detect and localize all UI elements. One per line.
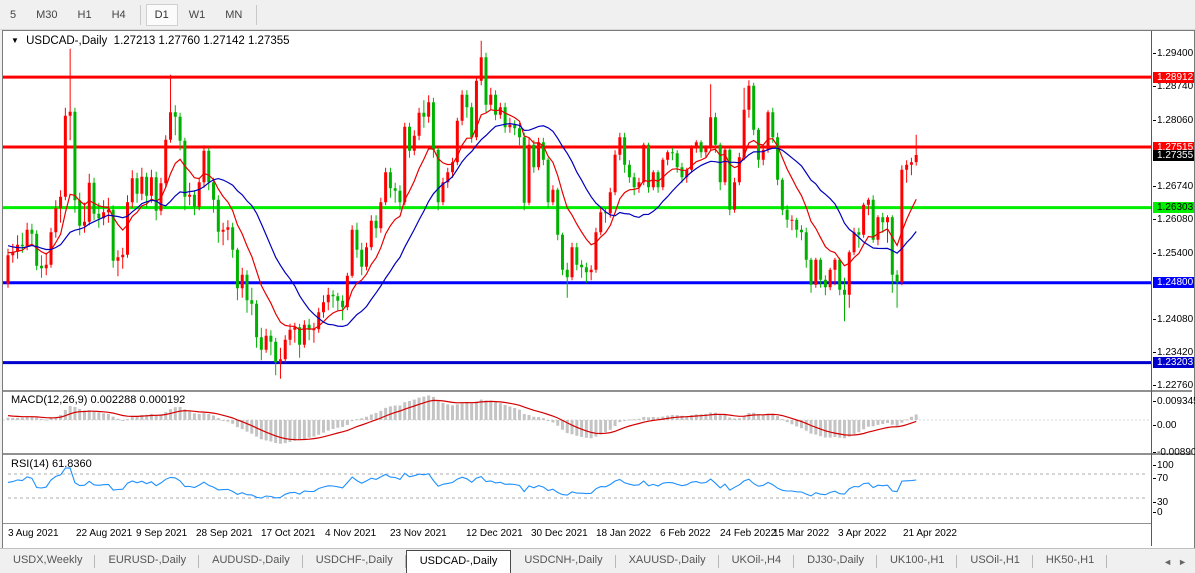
chart-tab-usdchf-daily[interactable]: USDCHF-,Daily [303,549,406,573]
macd-axis-tick: -0.008902 [1157,447,1195,458]
chart-tab-xauusd-daily[interactable]: XAUUSD-,Daily [616,549,719,573]
date-axis-label: 12 Dec 2021 [466,528,523,539]
date-axis-label: 22 Aug 2021 [76,528,132,539]
chart-tab-dj30-daily[interactable]: DJ30-,Daily [794,549,877,573]
macd-label: MACD(12,26,9) 0.002288 0.000192 [11,394,185,406]
tab-scroll-left-icon[interactable]: ◄ [1163,557,1172,567]
price-axis-tick: 1.29400 [1157,48,1193,59]
timeframe-button-w1[interactable]: W1 [180,4,215,26]
toolbar-separator [140,5,141,25]
date-axis-label: 17 Oct 2021 [261,528,315,539]
rsi-axis-tick: 70 [1157,473,1168,484]
rsi-axis-tick: 0 [1157,507,1163,518]
rsi-axis-tick: 100 [1157,460,1174,471]
price-axis-tick: 1.23420 [1157,347,1193,358]
date-axis-label: 6 Feb 2022 [660,528,711,539]
chart-tab-eurusd-daily[interactable]: EURUSD-,Daily [95,549,199,573]
price-axis-tick: 1.26080 [1157,214,1193,225]
timeframe-button-5[interactable]: 5 [1,4,25,26]
axis-divider [1151,31,1152,546]
date-axis-label: 24 Feb 2022 [720,528,776,539]
date-axis-label: 15 Mar 2022 [773,528,829,539]
date-axis-label: 28 Sep 2021 [196,528,253,539]
chart-title: ▼ USDCAD-,Daily 1.27213 1.27760 1.27142 … [11,35,290,47]
chart-window: ▼ USDCAD-,Daily 1.27213 1.27760 1.27142 … [2,30,1195,549]
level-price-badge: 1.28912 [1153,72,1194,83]
date-axis-label: 9 Sep 2021 [136,528,187,539]
date-axis-label: 18 Jan 2022 [596,528,651,539]
macd-axis-tick: 0.00 [1157,420,1176,431]
date-axis-label: 3 Aug 2021 [8,528,59,539]
pane-separator[interactable] [3,390,1192,392]
rsi-pane[interactable] [3,455,1151,522]
chart-tab-uk100-h1[interactable]: UK100-,H1 [877,549,957,573]
tab-scroll-right-icon[interactable]: ► [1178,557,1187,567]
price-axis-tick: 1.22760 [1157,380,1193,391]
price-axis-tick: 1.28060 [1157,115,1193,126]
chart-tabbar: USDX,WeeklyEURUSD-,DailyAUDUSD-,DailyUSD… [0,548,1195,573]
level-price-badge: 1.23203 [1153,357,1194,368]
chart-symbol-label: USDCAD-,Daily [26,35,107,47]
date-axis-label: 23 Nov 2021 [390,528,447,539]
macd-axis-tick: 0.009345 [1157,396,1195,407]
chart-tab-usdcnh-daily[interactable]: USDCNH-,Daily [511,549,615,573]
price-axis-tick: 1.25400 [1157,248,1193,259]
date-axis-label: 21 Apr 2022 [903,528,957,539]
date-axis-label: 30 Dec 2021 [531,528,588,539]
chart-ohlc-values: 1.27213 1.27760 1.27142 1.27355 [114,35,290,47]
chart-tab-hk50-h1[interactable]: HK50-,H1 [1033,549,1107,573]
level-price-badge: 1.24800 [1153,277,1194,288]
date-axis: 3 Aug 2021 22 Aug 2021 9 Sep 2021 28 Sep 20… [3,523,1151,547]
chart-tab-usdx-weekly[interactable]: USDX,Weekly [0,549,95,573]
tab-scroll-arrows: ◄► [1163,549,1195,573]
rsi-label: RSI(14) 61.8360 [11,458,92,470]
price-axis-tick: 1.26740 [1157,181,1193,192]
timeframe-toolbar: 5M30H1H4 D1W1MN [0,0,1195,30]
timeframe-button-mn[interactable]: MN [216,4,251,26]
timeframe-button-m30[interactable]: M30 [27,4,66,26]
current-price-badge: 1.27355 [1153,150,1194,161]
date-axis-label: 4 Nov 2021 [325,528,376,539]
timeframe-button-d1[interactable]: D1 [146,4,178,26]
chart-tab-ukoil-h4[interactable]: UKOil-,H4 [719,549,795,573]
price-axis: 1.294001.287401.280601.267401.260801.254… [1153,31,1194,546]
dropdown-arrow-icon[interactable]: ▼ [11,36,19,45]
toolbar-separator [256,5,257,25]
chart-tab-usoil-h1[interactable]: USOil-,H1 [957,549,1033,573]
chart-tab-audusd-daily[interactable]: AUDUSD-,Daily [199,549,303,573]
date-axis-label: 3 Apr 2022 [838,528,886,539]
mt4-window: 5M30H1H4 D1W1MN ▼ USDCAD-,Daily 1.27213 1… [0,0,1195,573]
chart-tab-usdcad-daily[interactable]: USDCAD-,Daily [406,550,512,573]
timeframe-button-h1[interactable]: H1 [69,4,101,26]
price-chart[interactable] [3,31,1151,391]
pane-separator[interactable] [3,453,1192,455]
timeframe-button-h4[interactable]: H4 [103,4,135,26]
price-axis-tick: 1.24080 [1157,314,1193,325]
level-price-badge: 1.26303 [1153,202,1194,213]
